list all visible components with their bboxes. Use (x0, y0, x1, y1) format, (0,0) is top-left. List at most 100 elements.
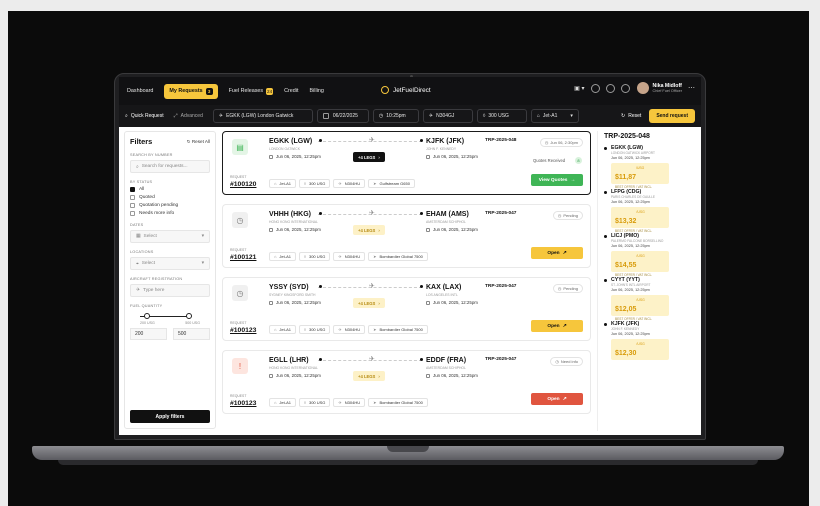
send-request-button[interactable]: Send request (649, 109, 695, 123)
dates-label: Dates (130, 223, 144, 227)
leg-airport: Paris Charles de Gaulle (611, 195, 656, 199)
avatar[interactable] (636, 82, 649, 94)
origin-airport: Hong Kong International (269, 220, 318, 224)
fuel-type-select[interactable]: ⌂ Jet-A1 ▾ (530, 109, 579, 123)
locations-select[interactable]: ⌖ Select ▾ (130, 257, 210, 270)
calendar-icon (426, 373, 430, 378)
aircraft-label: Aircraft registration (130, 277, 183, 281)
nav-item-credit[interactable]: Credit (284, 88, 298, 94)
airport-field[interactable]: ✈ EGKK (LGW) London Gatwick (212, 109, 313, 123)
search-icon: ⌕ (125, 113, 128, 119)
time-field[interactable]: ◷ 10:25pm (372, 109, 419, 123)
top-right-tools: ▣ ▾ Nika Midloff Chief Fuel Officer ⋯ (574, 82, 695, 94)
request-card[interactable]: ! REQUEST #100123 EGLL (LHR) Hong Kong Inter… (222, 350, 591, 414)
settings-icon[interactable] (605, 83, 615, 93)
tail-number-icon: ✈ (338, 254, 342, 259)
trip-leg[interactable]: CYYT (YYT) St. John's Intl Airport Jun 06,… (604, 277, 697, 321)
more-icon[interactable]: ⋯ (688, 84, 695, 92)
min-quantity-input[interactable]: 200 (130, 328, 167, 340)
status-option[interactable]: Quotation pending (130, 203, 210, 208)
destination-code: KJFK (JFK) (426, 138, 465, 145)
apply-filters-button[interactable]: Apply filters (130, 410, 210, 423)
request-search-input[interactable]: ⌕ Search for requests... (130, 160, 210, 173)
nav-item-dashboard[interactable]: Dashboard (127, 88, 153, 94)
request-number-link[interactable]: #100123 (230, 327, 256, 334)
status-option[interactable]: Needs more info (130, 211, 210, 216)
origin-datetime-text: Jun 06, 2025, 12:25pm (276, 154, 321, 159)
nav-item-billing[interactable]: Billing (310, 88, 324, 94)
tail-field[interactable]: ✈ N304GJ (422, 109, 473, 123)
date-field[interactable]: 06/22/2025 (316, 109, 369, 123)
request-number-link[interactable]: #100120 (230, 181, 256, 188)
dates-select[interactable]: ▦ Select ▾ (130, 230, 210, 243)
max-quantity-input[interactable]: 500 (173, 328, 210, 340)
fuel-range-slider[interactable] (130, 311, 210, 321)
slider-max-handle[interactable] (186, 313, 192, 319)
leg-datetime: Jun 06, 2025, 12:25pm (611, 156, 650, 160)
request-card[interactable]: ◷ REQUEST #100123 YSSY (SYD) Sydney Kingsfor… (222, 277, 591, 341)
trip-leg[interactable]: LFPG (CDG) Paris Charles de Gaulle Jun 06,… (604, 189, 697, 233)
leg-price-box: $11,87/USG BEST OFFER / VAT INCL. (611, 163, 669, 189)
leg-price-box: $14,55/USG BEST OFFER / VAT INCL. (611, 251, 669, 277)
legs-badge[interactable]: +4 LEGS › (353, 371, 385, 381)
legs-badge[interactable]: +4 LEGS › (353, 298, 385, 308)
request-number-link[interactable]: #100123 (230, 400, 256, 407)
checkbox[interactable] (130, 195, 135, 200)
time-value: 10:25pm (386, 113, 406, 119)
nav-item-label: Fuel Releases (228, 88, 264, 94)
status-list: All Quoted Quotation pending Needs more inf… (130, 187, 210, 216)
brand[interactable]: JetFuelDirect (381, 86, 431, 94)
checkbox[interactable] (130, 203, 135, 208)
slider-min-handle[interactable] (144, 313, 150, 319)
tail-number-chip-text: N304HU (344, 181, 361, 186)
destination-code: EHAM (AMS) (426, 211, 469, 218)
card-action-button[interactable]: View Quotes → (531, 174, 583, 186)
reset-button[interactable]: ↻ Reset (621, 113, 641, 119)
quantity-icon: ◊ (303, 181, 306, 186)
checkbox[interactable] (130, 187, 135, 192)
checkbox[interactable] (130, 211, 135, 216)
dates-value: Select (143, 234, 157, 239)
fuel-type-chip: ⌂ Jet-A1 (269, 252, 296, 261)
origin-airport: Hong Kong International (269, 366, 318, 370)
legs-badge[interactable]: +4 LEGS › (353, 152, 385, 162)
tab-quick-request[interactable]: ⌕ Quick Request (125, 113, 164, 119)
origin-airport: London Gatwick (269, 147, 301, 151)
card-action-button[interactable]: Open ↗ (531, 247, 583, 259)
quantity-chip-text: 300 USG (308, 400, 326, 405)
request-card[interactable]: ▤ REQUEST #100120 EGKK (LGW) London Gatwick J… (222, 131, 591, 195)
trip-leg[interactable]: LICJ (PMO) Palermo Falcone Borsellino Jun … (604, 233, 697, 277)
card-action-button[interactable]: Open ↗ (531, 320, 583, 332)
flag-icon[interactable]: ▣ ▾ (574, 85, 584, 92)
quantity-chip: ◊ 300 USG (298, 252, 331, 261)
status-option[interactable]: Quoted (130, 195, 210, 200)
legs-label: +4 LEGS (358, 154, 376, 160)
tab-advanced[interactable]: ⤢ Advanced (174, 113, 203, 119)
aircraft-input[interactable]: ✈ Type here (130, 284, 210, 297)
brand-name: JetFuelDirect (393, 86, 431, 94)
fuel-station-icon: ⌂ (536, 113, 540, 119)
aircraft-icon: ✈ (136, 288, 141, 293)
legs-label: +4 LEGS (358, 227, 376, 233)
trip-leg[interactable]: KJFK (JFK) John F. Kennedy Jun 06, 2025, 1… (604, 321, 697, 360)
reset-all-button[interactable]: ↻ Reset All (187, 139, 210, 145)
nav-item-fuel-releases[interactable]: Fuel Releases 24 (228, 87, 274, 95)
request-card[interactable]: ◷ REQUEST #100121 VHHH (HKG) Hong Kong Inter… (222, 204, 591, 268)
plane-icon: ✈ (369, 283, 375, 290)
notification-icon[interactable] (620, 83, 630, 93)
legs-badge[interactable]: +4 LEGS › (353, 225, 385, 235)
request-number-link[interactable]: #100121 (230, 254, 256, 261)
nav-item-label: My Requests (169, 88, 203, 94)
date-value: 06/22/2025 (332, 113, 358, 119)
nav-item-my-requests[interactable]: My Requests 3 (164, 83, 218, 99)
chat-icon[interactable] (590, 83, 600, 93)
arrow-icon: ↗ (562, 323, 567, 329)
quotes-received-label: Quotes Received (533, 158, 566, 163)
trip-leg[interactable]: EGKK (LGW) London Gatwick Airport Jun 06, … (604, 145, 697, 189)
trip-id: TRP-2025-047 (485, 284, 517, 289)
quantity-field[interactable]: ◊ 300 USG (476, 109, 527, 123)
clock-icon: ◷ (378, 113, 384, 119)
status-option[interactable]: All (130, 187, 210, 192)
user-info[interactable]: Nika Midloff Chief Fuel Officer (653, 83, 682, 93)
card-action-button[interactable]: Open ↗ (531, 393, 583, 405)
